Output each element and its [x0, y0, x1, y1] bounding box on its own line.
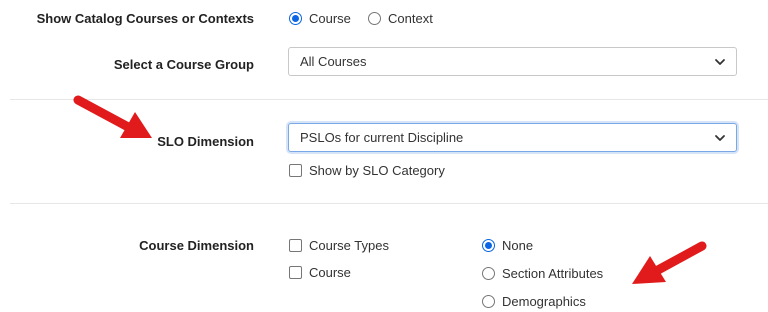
red-arrow-annotation	[73, 95, 152, 138]
show-by-slo-category-checkbox[interactable]	[289, 164, 302, 177]
radio-context-label: Context	[388, 11, 433, 26]
radio-none[interactable]: None	[482, 238, 533, 253]
radio-demographics-label: Demographics	[502, 294, 586, 309]
radio-section-attributes-indicator[interactable]	[482, 267, 495, 280]
slo-dimension-value: PSLOs for current Discipline	[300, 130, 464, 145]
course-types-option[interactable]: Course Types	[289, 238, 389, 253]
course-group-select[interactable]: All Courses	[288, 47, 737, 76]
radio-none-indicator[interactable]	[482, 239, 495, 252]
show-by-slo-category-label: Show by SLO Category	[309, 163, 445, 178]
red-arrow-annotation	[632, 241, 707, 284]
radio-course-label: Course	[309, 11, 351, 26]
radio-section-attributes-label: Section Attributes	[502, 266, 604, 281]
slo-dimension-label: SLO Dimension	[157, 134, 254, 149]
radio-demographics-indicator[interactable]	[482, 295, 495, 308]
chevron-down-icon	[715, 135, 725, 141]
divider-2	[10, 203, 768, 204]
radio-context-indicator[interactable]	[368, 12, 381, 25]
course-types-label: Course Types	[309, 238, 389, 253]
course-checkbox[interactable]	[289, 266, 302, 279]
show-by-slo-category[interactable]: Show by SLO Category	[289, 163, 445, 178]
course-label: Course	[309, 265, 351, 280]
chevron-down-icon	[715, 59, 725, 65]
slo-dimension-select[interactable]: PSLOs for current Discipline	[288, 123, 737, 152]
radio-context[interactable]: Context	[368, 11, 433, 26]
course-types-checkbox[interactable]	[289, 239, 302, 252]
radio-section-attributes[interactable]: Section Attributes	[482, 266, 603, 281]
catalog-label: Show Catalog Courses or Contexts	[36, 11, 254, 26]
course-group-value: All Courses	[300, 54, 367, 69]
radio-course[interactable]: Course	[289, 11, 351, 26]
radio-demographics[interactable]: Demographics	[482, 294, 586, 309]
course-group-label: Select a Course Group	[113, 57, 254, 72]
course-option[interactable]: Course	[289, 265, 351, 280]
radio-none-label: None	[502, 238, 534, 253]
course-dimension-label: Course Dimension	[139, 238, 254, 253]
radio-course-indicator[interactable]	[289, 12, 302, 25]
